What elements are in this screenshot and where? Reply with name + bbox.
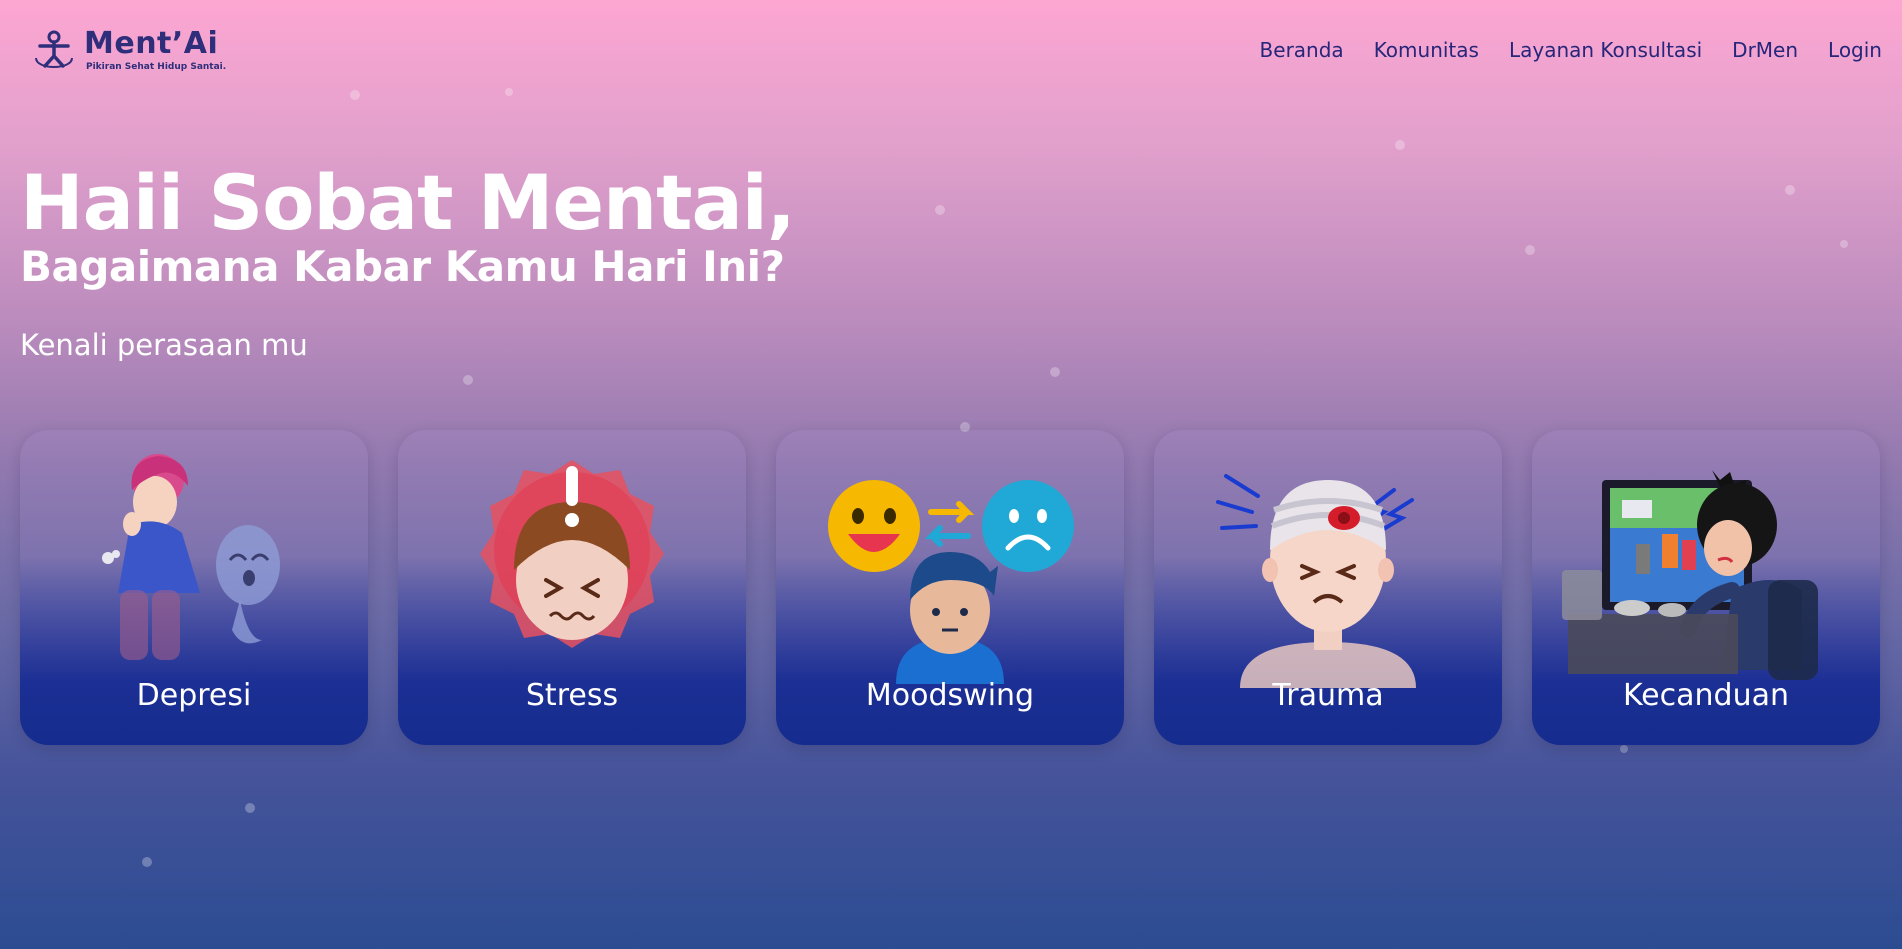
category-card-moodswing[interactable]: Moodswing	[776, 430, 1124, 745]
category-label: Trauma	[1272, 678, 1384, 713]
happy-sad-emoji-illustration-icon	[828, 480, 1074, 684]
sad-person-illustration-icon	[102, 454, 280, 660]
hero-section: Haii Sobat Mentai, Bagaimana Kabar Kamu …	[20, 158, 796, 363]
person-logo-icon	[35, 30, 73, 68]
nav-link-login[interactable]: Login	[1828, 38, 1882, 62]
category-card-kecanduan[interactable]: Kecanduan	[1532, 430, 1880, 745]
hero-title: Haii Sobat Mentai,	[20, 158, 796, 247]
brand-logo[interactable]: Ment’Ai Pikiran Sehat Hidup Santai.	[32, 28, 226, 72]
nav-link-drmen[interactable]: DrMen	[1732, 38, 1798, 62]
brand-tagline: Pikiran Sehat Hidup Santai.	[86, 61, 227, 72]
nav-link-beranda[interactable]: Beranda	[1260, 38, 1344, 62]
hero-lead: Kenali perasaan mu	[20, 328, 308, 362]
main-nav: Beranda Komunitas Layanan Konsultasi DrM…	[1230, 38, 1882, 62]
category-card-stress[interactable]: Stress	[398, 430, 746, 745]
category-card-depresi[interactable]: Depresi	[20, 430, 368, 745]
hero-subtitle: Bagaimana Kabar Kamu Hari Ini?	[20, 242, 785, 291]
gaming-addict-illustration-icon	[1562, 470, 1818, 680]
feeling-categories: Depresi Stress Moodswing Trauma Kecandua…	[20, 430, 1880, 745]
category-label: Moodswing	[865, 678, 1035, 713]
category-card-trauma[interactable]: Trauma	[1154, 430, 1502, 745]
category-label: Kecanduan	[1623, 678, 1789, 713]
stressed-face-illustration-icon	[480, 460, 664, 648]
category-label: Depresi	[136, 678, 252, 713]
nav-link-layanan-konsultasi[interactable]: Layanan Konsultasi	[1509, 38, 1702, 62]
brand-name: Ment’Ai	[84, 25, 219, 61]
top-navbar: Ment’Ai Pikiran Sehat Hidup Santai. Bera…	[0, 0, 1902, 100]
injured-head-illustration-icon	[1216, 474, 1416, 688]
nav-link-komunitas[interactable]: Komunitas	[1374, 38, 1479, 62]
category-label: Stress	[525, 678, 619, 713]
